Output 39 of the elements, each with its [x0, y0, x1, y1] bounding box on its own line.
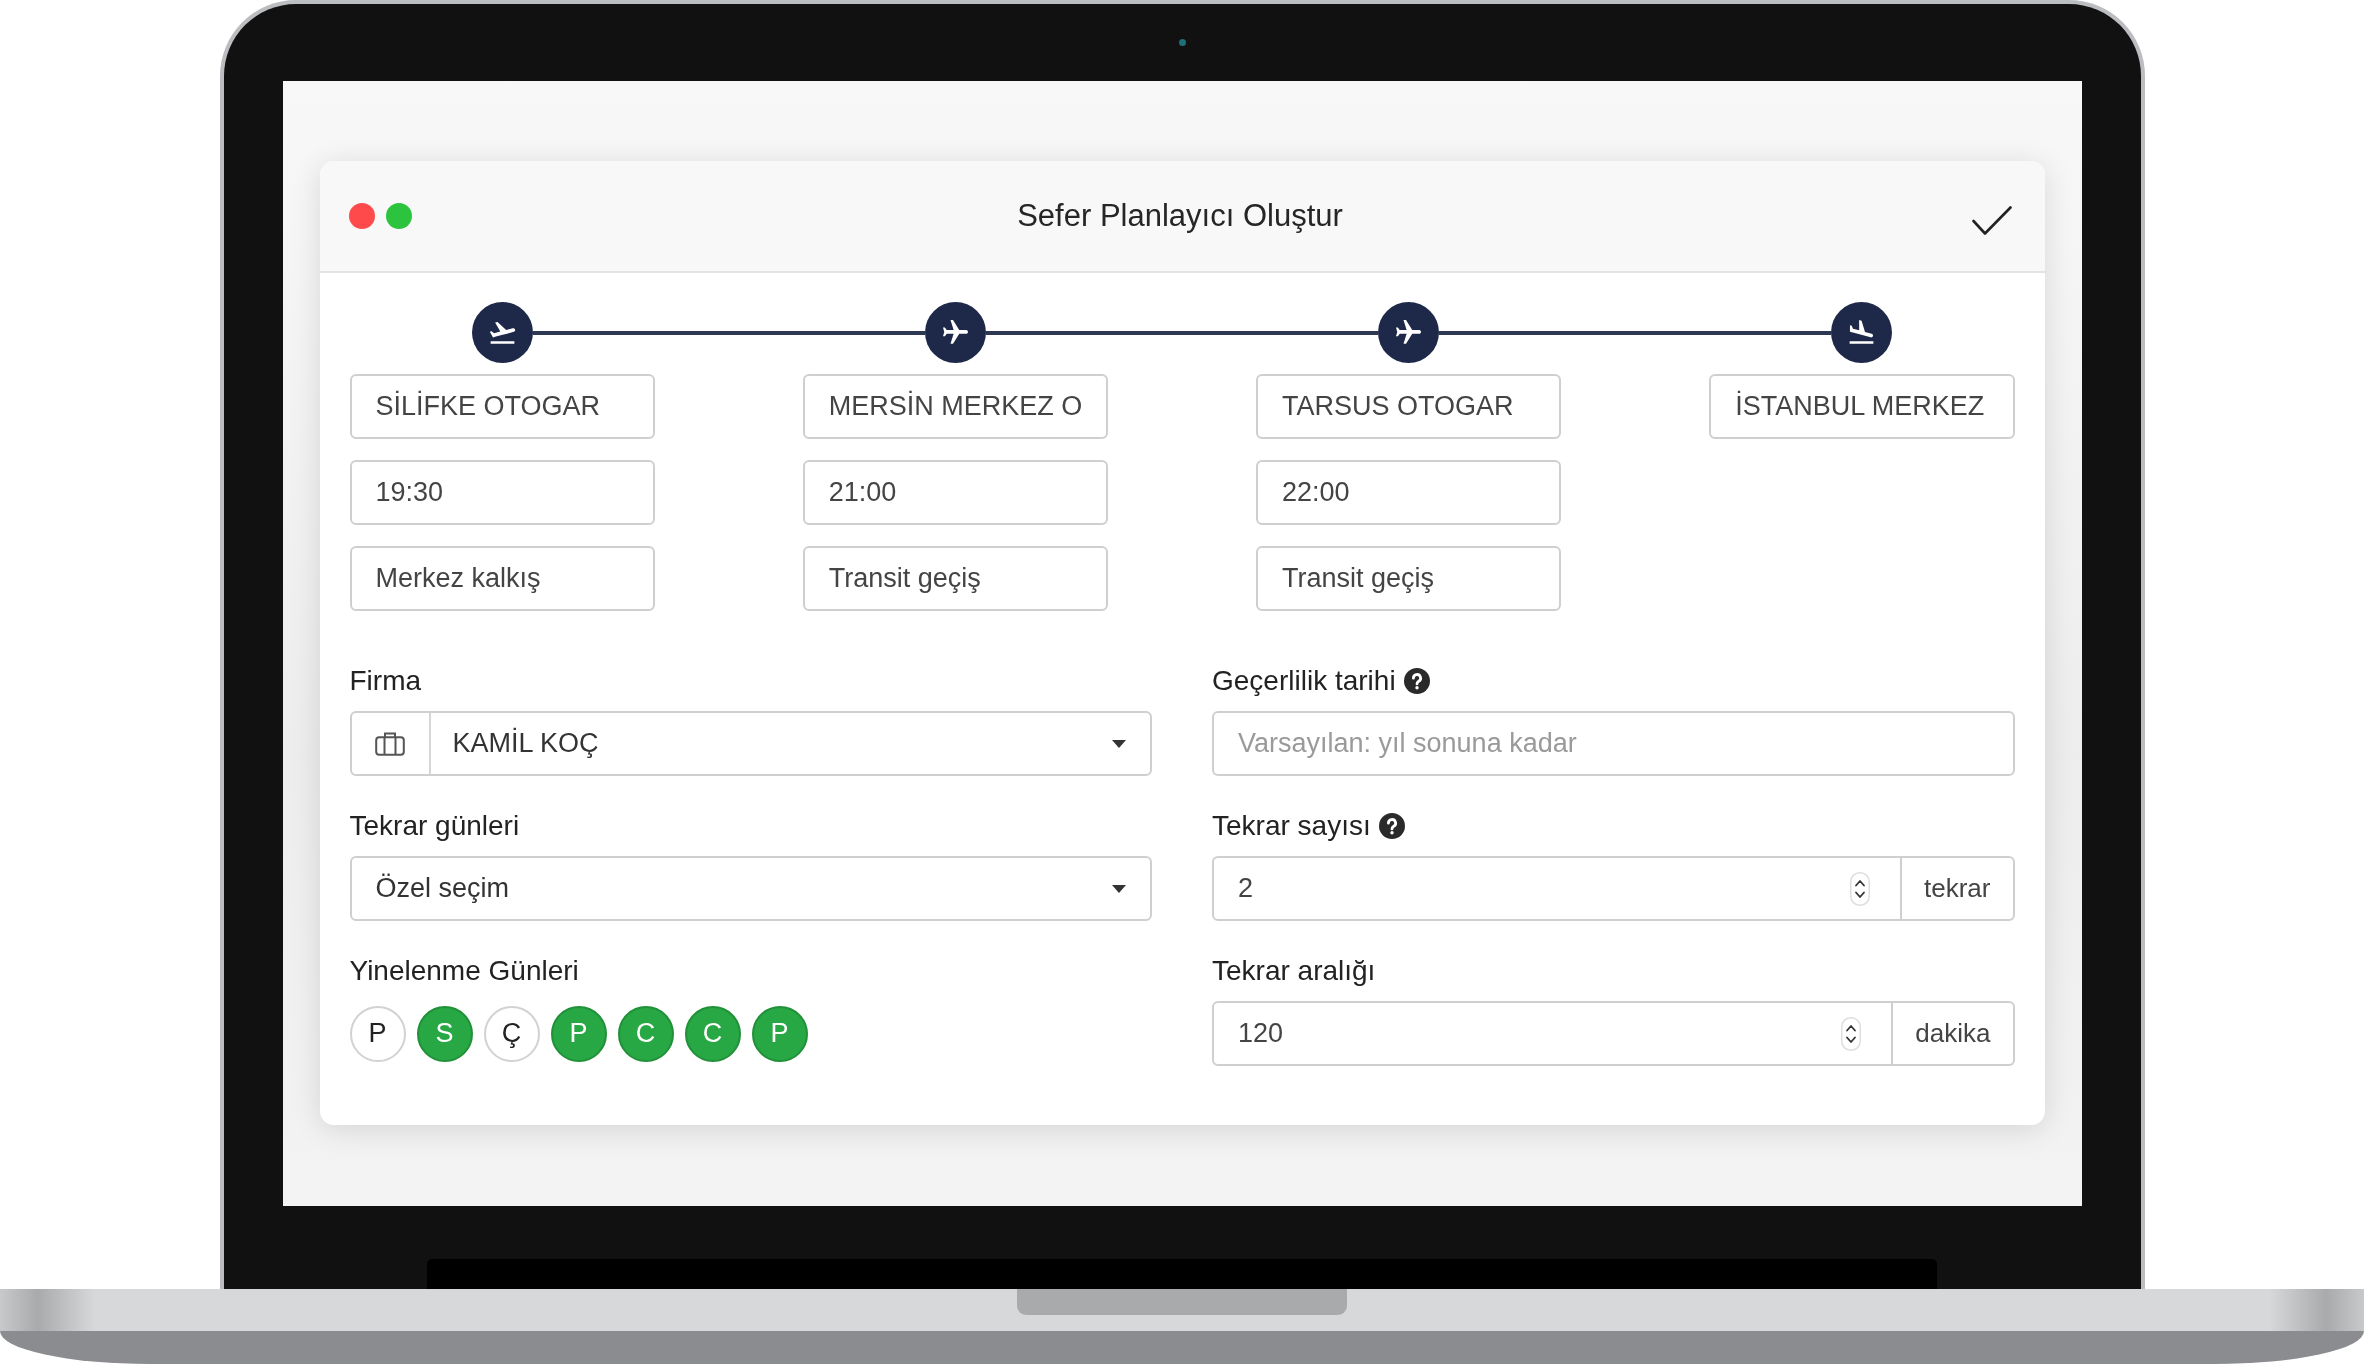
close-icon[interactable] — [348, 203, 375, 229]
number-field[interactable]: 2 — [1212, 856, 1903, 921]
day-toggle[interactable]: Ç — [483, 1005, 540, 1062]
stop-name-field[interactable]: MERSİN MERKEZ O — [802, 374, 1108, 439]
time-field[interactable]: 19:30 — [349, 460, 655, 525]
airplane-icon — [924, 302, 986, 363]
note-field[interactable]: Transit geçiş — [802, 546, 1108, 611]
note-field[interactable]: Merkez kalkış — [349, 546, 655, 611]
takeoff-icon — [471, 302, 533, 363]
check-icon[interactable] — [1971, 206, 2012, 236]
help-icon[interactable] — [1378, 813, 1405, 839]
unit-addon: tekrar — [1902, 856, 2015, 921]
note-field[interactable]: Transit geçiş — [1256, 546, 1562, 611]
help-icon[interactable] — [1403, 668, 1430, 694]
caret-icon — [1112, 739, 1126, 748]
day-toggle[interactable]: P — [349, 1005, 406, 1062]
unit-addon: dakika — [1893, 1001, 2015, 1066]
time-field[interactable]: 22:00 — [1256, 460, 1562, 525]
field-label: Yinelenme Günleri — [349, 955, 579, 987]
time-field[interactable]: 21:00 — [802, 460, 1108, 525]
field-label: Tekrar sayısı — [1212, 810, 1371, 842]
window-title: Sefer Planlayıcı Oluştur — [1017, 198, 1343, 234]
webcam-icon — [1178, 39, 1186, 46]
spinner-icon[interactable] — [1850, 871, 1871, 906]
caret-icon — [1112, 884, 1126, 893]
stop-name-field[interactable]: TARSUS OTOGAR — [1256, 374, 1562, 439]
briefcase-icon — [375, 731, 405, 756]
number-field[interactable]: 120 — [1212, 1001, 1894, 1066]
company-select[interactable]: KAMİL KOÇ — [349, 711, 1152, 776]
repeat-days-select[interactable]: Özel seçim — [349, 856, 1152, 921]
airplane-icon — [1378, 302, 1440, 363]
field-label: Geçerlilik tarihi — [1212, 665, 1396, 697]
stop-name-field[interactable]: SİLİFKE OTOGAR — [349, 374, 655, 439]
field-label: Tekrar aralığı — [1212, 955, 1376, 987]
stop-name-field[interactable]: İSTANBUL MERKEZ — [1709, 374, 2015, 439]
landing-icon — [1831, 302, 1893, 363]
spinner-icon[interactable] — [1841, 1016, 1862, 1051]
field-label: Firma — [349, 665, 422, 697]
field-label: Tekrar günleri — [349, 810, 520, 842]
